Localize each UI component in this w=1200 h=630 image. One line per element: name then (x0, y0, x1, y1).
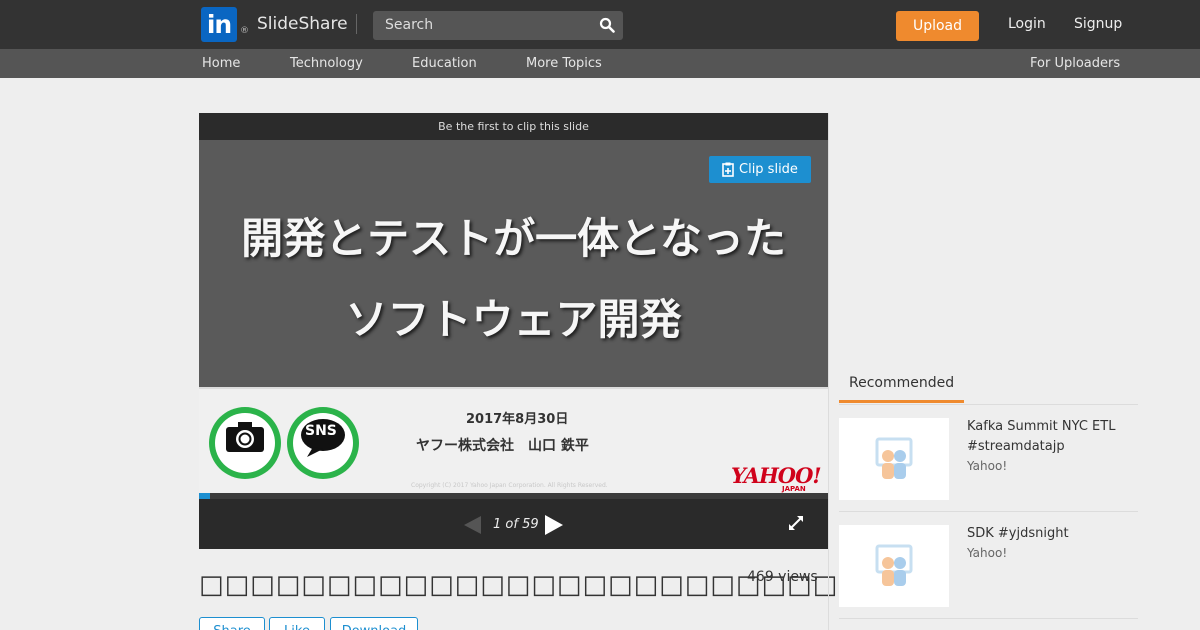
recommended-title[interactable]: SDK #yjdsnight (967, 524, 1127, 544)
nav-home[interactable]: Home (202, 56, 240, 71)
slide-player: Be the first to clip this slide Clip sli… (199, 113, 828, 549)
deck-title: □□□□□□□□□□□□□□□□□□□□□□□□□ (199, 570, 839, 600)
slide-title-line1: 開発とテストが一体となった (241, 214, 786, 263)
slide-presenter: ヤフー株式会社 山口 鉄平 (416, 438, 589, 454)
login-link[interactable]: Login (1008, 16, 1046, 32)
view-count: 469 views (747, 569, 818, 585)
slide-date: 2017年8月30日 (466, 412, 569, 427)
badge-ok-text: OK (311, 456, 335, 472)
recommended-thumbnail[interactable] (839, 418, 949, 500)
sns-text: SNS (305, 423, 337, 439)
sns-ok-badge: SNS OK (287, 407, 359, 479)
nav-more-topics[interactable]: More Topics (526, 56, 602, 71)
recommended-author[interactable]: Yahoo! (967, 546, 1007, 560)
nav-technology[interactable]: Technology (290, 56, 363, 71)
brand-name[interactable]: SlideShare (257, 14, 348, 34)
recommended-author[interactable]: Yahoo! (967, 459, 1007, 473)
category-nav: Home Technology Education More Topics Fo… (0, 49, 1200, 78)
recommended-thumbnail[interactable] (839, 525, 949, 607)
triangle-right-icon[interactable] (543, 514, 565, 536)
people-placeholder-icon (875, 544, 913, 586)
linkedin-logo-icon[interactable]: in (201, 7, 237, 42)
clip-notice: Be the first to clip this slide (199, 113, 828, 140)
clip-slide-button[interactable]: Clip slide (709, 156, 811, 183)
recommended-item[interactable]: Kafka Summit NYC ETL #streamdatajp Yahoo… (839, 405, 1138, 512)
slide-title-line2: ソフトウェア開発 (345, 295, 682, 344)
signup-link[interactable]: Signup (1074, 16, 1122, 32)
recommended-title[interactable]: Kafka Summit NYC ETL #streamdatajp (967, 417, 1127, 457)
search-icon[interactable] (599, 17, 615, 33)
camera-icon (226, 422, 264, 452)
clipboard-icon (722, 162, 734, 177)
nav-for-uploaders[interactable]: For Uploaders (1030, 56, 1120, 71)
registered-mark: ® (240, 26, 249, 36)
recommended-item[interactable]: SDK #yjdsnight Yahoo! (839, 512, 1138, 619)
slide-copyright: Copyright (C) 2017 Yahoo Japan Corporati… (411, 482, 608, 489)
upload-button[interactable]: Upload (896, 11, 979, 41)
rail-divider (828, 113, 829, 630)
people-placeholder-icon (875, 437, 913, 479)
player-controls: 1 of 59 (199, 499, 828, 549)
share-button[interactable]: Share (199, 617, 265, 630)
download-button[interactable]: Download (330, 617, 418, 630)
camera-ok-badge: OK (209, 407, 281, 479)
like-button[interactable]: Like (269, 617, 325, 630)
triangle-left-icon[interactable] (463, 515, 483, 535)
tab-recommended[interactable]: Recommended (849, 375, 954, 391)
slide-footer: OK SNS OK 2017年8月30日 ヤフー株式会社 山口 鉄平 Copyr… (199, 387, 828, 493)
logo-divider (356, 14, 357, 34)
nav-education[interactable]: Education (412, 56, 477, 71)
search-input[interactable]: Search (373, 11, 623, 40)
clip-slide-label: Clip slide (739, 162, 798, 177)
slide-view[interactable]: Clip slide 開発とテストが一体となった ソフトウェア開発 OK SNS… (199, 140, 828, 493)
top-header: in ® SlideShare Search Upload Login Sign… (0, 0, 1200, 49)
search-placeholder: Search (385, 17, 434, 33)
tab-active-indicator (839, 400, 964, 403)
expand-icon[interactable] (788, 515, 804, 531)
yahoo-japan-logo: YAHOO! (731, 463, 822, 488)
page-indicator: 1 of 59 (493, 517, 539, 532)
badge-ok-text: OK (233, 456, 257, 472)
yahoo-japan-sub: JAPAN (782, 485, 806, 493)
